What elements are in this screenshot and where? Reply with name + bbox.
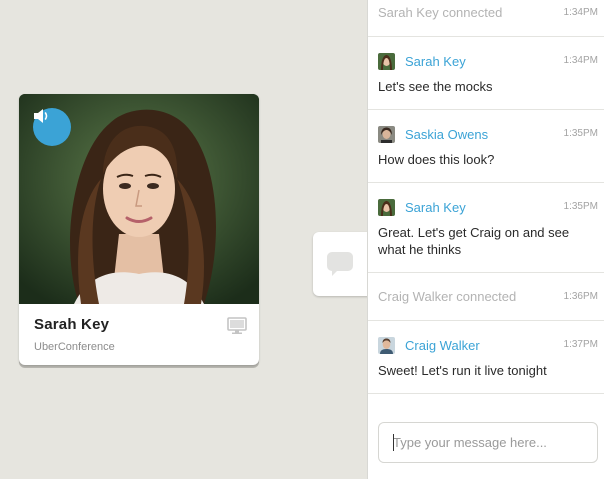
system-event-text: Sarah Key connected: [378, 5, 503, 20]
chat-panel: Sarah Key connected 1:34PM Sarah Key 1:3…: [367, 0, 604, 479]
message-sender[interactable]: Sarah Key: [405, 54, 466, 69]
chat-message: Sarah Key 1:35PM Great. Let's get Craig …: [368, 183, 604, 273]
chat-message: Saskia Owens 1:35PM How does this look?: [368, 110, 604, 183]
participant-name: Sarah Key: [34, 316, 110, 333]
system-event: Sarah Key connected 1:34PM: [368, 0, 604, 37]
participant-info: Sarah Key UberConference: [19, 304, 259, 365]
chat-message: Craig Walker 1:37PM Sweet! Let's run it …: [368, 321, 604, 394]
message-timestamp: 1:34PM: [563, 55, 598, 66]
avatar: [378, 199, 395, 216]
system-event: Craig Walker connected 1:36PM: [368, 273, 604, 321]
message-sender[interactable]: Craig Walker: [405, 338, 480, 353]
message-timestamp: 1:35PM: [563, 128, 598, 139]
message-text: Great. Let's get Craig on and see what h…: [378, 225, 570, 257]
text-caret: [393, 434, 394, 451]
chat-bubble-icon: [327, 252, 353, 276]
speaker-button[interactable]: [33, 108, 71, 146]
message-sender[interactable]: Sarah Key: [405, 200, 466, 215]
message-text: Let's see the mocks: [378, 79, 493, 94]
message-text: How does this look?: [378, 152, 495, 167]
message-text: Sweet! Let's run it live tonight: [378, 363, 547, 378]
avatar: [378, 126, 395, 143]
message-sender[interactable]: Saskia Owens: [405, 127, 488, 142]
message-timestamp: 1:35PM: [563, 201, 598, 212]
speaker-icon: [34, 109, 48, 123]
participant-subtitle: UberConference: [34, 341, 115, 353]
message-input[interactable]: [378, 422, 598, 463]
avatar: [378, 337, 395, 354]
system-event-text: Craig Walker connected: [378, 289, 517, 304]
message-timestamp: 1:37PM: [563, 339, 598, 350]
chat-message: Sarah Key 1:34PM Let's see the mocks: [368, 37, 604, 110]
event-timestamp: 1:34PM: [563, 7, 598, 18]
avatar: [378, 53, 395, 70]
participant-card: Sarah Key UberConference: [19, 94, 259, 365]
participant-video: [19, 94, 259, 304]
chat-toggle-tab[interactable]: [313, 232, 373, 296]
screen-share-icon[interactable]: [227, 317, 247, 335]
event-timestamp: 1:36PM: [563, 291, 598, 302]
